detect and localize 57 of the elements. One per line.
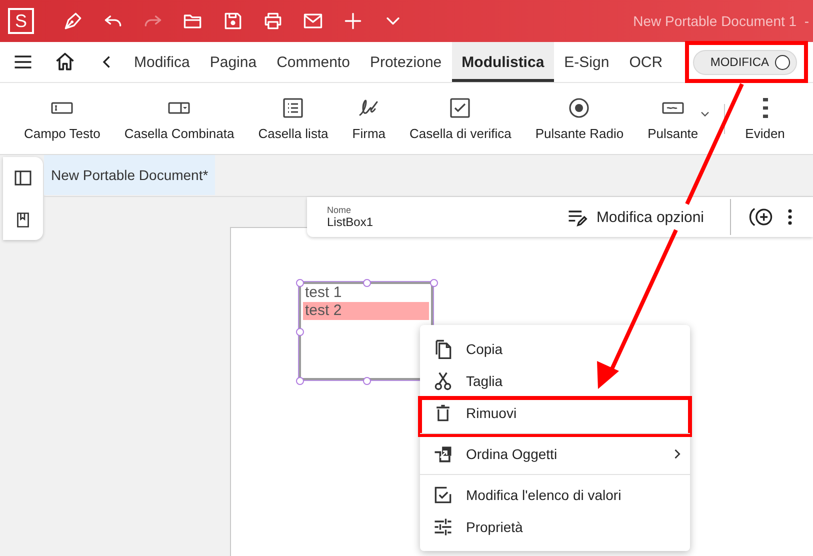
window-title: New Portable Document 1 - [633, 13, 809, 29]
mode-toggle[interactable]: MODIFICA [693, 50, 797, 74]
menu-item[interactable]: Modifica l'elenco di valori [420, 474, 690, 511]
menu-tab[interactable]: Modifica [124, 42, 200, 82]
resize-handle[interactable] [363, 377, 371, 385]
sliders-icon [432, 516, 454, 538]
resize-handle[interactable] [363, 279, 371, 287]
checkbox-icon [432, 484, 454, 506]
ribbon-tool[interactable]: Pulsante [636, 92, 710, 145]
scissors-icon [432, 370, 454, 392]
resize-handle[interactable] [296, 279, 304, 287]
list-box-field[interactable]: test 1 test 2 [299, 282, 433, 380]
resize-handle[interactable] [296, 328, 304, 336]
ribbon-tool[interactable]: Casella lista [246, 92, 340, 145]
add-icon[interactable] [749, 205, 775, 229]
list-option[interactable]: test 1 [303, 284, 429, 302]
menu-item[interactable]: Proprietà [420, 511, 690, 543]
checkbox-icon [448, 96, 472, 120]
menu-tab[interactable]: Commento [266, 42, 360, 82]
print-icon[interactable] [262, 10, 284, 32]
document-tab[interactable]: New Portable Document* [44, 155, 216, 195]
more-icon[interactable] [787, 208, 793, 226]
highlight-icon [762, 98, 768, 118]
ribbon-tool[interactable]: Casella di verifica [398, 92, 524, 145]
menu-item-label: Rimuovi [466, 405, 517, 421]
ribbon-tool[interactable]: Eviden [733, 92, 797, 145]
menu-tab[interactable]: Protezione [360, 42, 452, 82]
pen-icon[interactable] [62, 10, 84, 32]
menu-item-label: Copia [466, 341, 503, 357]
list-icon [281, 96, 306, 120]
menu-item-label: Proprietà [466, 519, 523, 535]
app-logo: S [8, 8, 34, 34]
radio-button-icon [567, 96, 592, 120]
menu-item[interactable]: Ordina Oggetti [420, 433, 690, 470]
ribbon-tool[interactable]: Campo Testo [12, 92, 112, 145]
list-option[interactable]: test 2 [303, 302, 429, 320]
save-icon[interactable] [222, 10, 244, 32]
resize-handle[interactable] [296, 377, 304, 385]
name-value: ListBox1 [327, 215, 374, 229]
menu-tab[interactable]: OCR [619, 42, 673, 82]
sidebar-icon[interactable] [13, 168, 33, 188]
menu-tab[interactable]: Pagina [200, 42, 267, 82]
menu-item-label: Taglia [466, 373, 503, 389]
bookmark-icon[interactable] [14, 210, 32, 229]
menu-item-label: Ordina Oggetti [466, 446, 558, 462]
menu-tab[interactable]: E-Sign [554, 42, 620, 82]
ribbon-tool[interactable]: Casella Combinata [112, 92, 246, 145]
menu-tab[interactable]: Modulistica [452, 42, 554, 82]
menu-item-label: Modifica l'elenco di valori [466, 487, 622, 503]
name-label: Nome [327, 205, 352, 215]
plus-icon[interactable] [342, 10, 364, 32]
menu-item[interactable]: Rimuovi [420, 397, 690, 429]
resize-handle[interactable] [430, 279, 438, 287]
home-icon[interactable] [54, 51, 76, 73]
edit-options-button[interactable]: Modifica opzioni [566, 206, 704, 228]
ribbon-tool[interactable]: Pulsante Radio [523, 92, 636, 145]
ribbon-tool[interactable]: Firma [340, 92, 398, 145]
